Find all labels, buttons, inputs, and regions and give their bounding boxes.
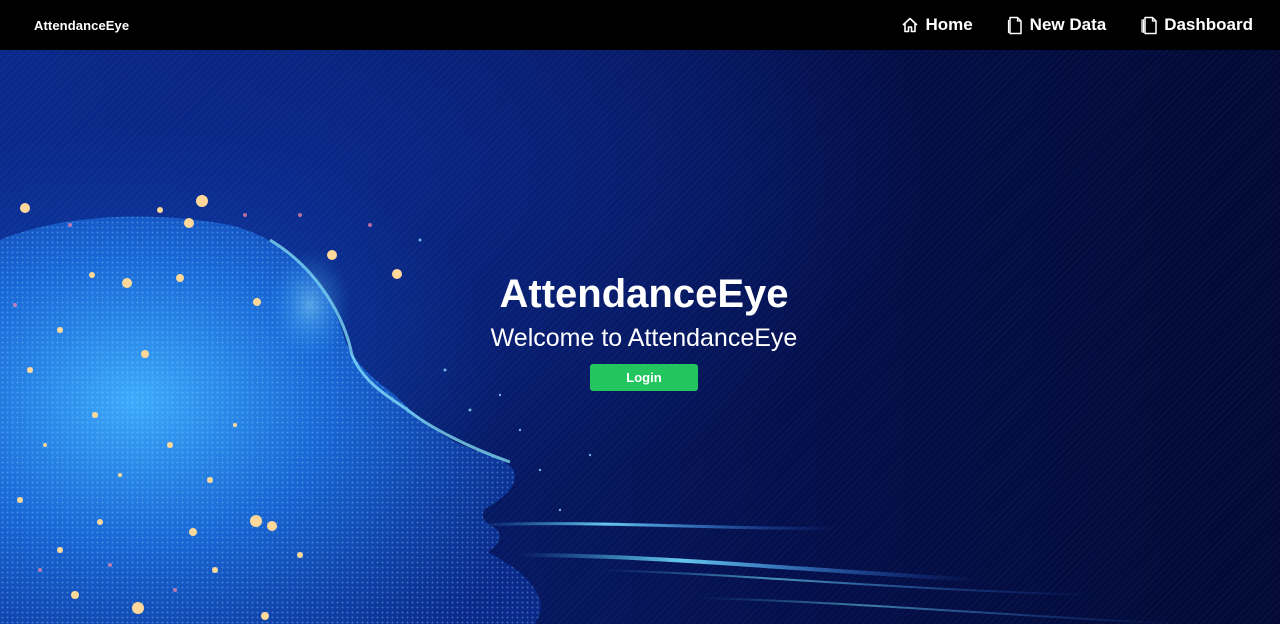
nav-dashboard-label: Dashboard xyxy=(1164,15,1253,34)
top-navbar: AttendanceEye Home New Data Dashboard xyxy=(0,0,1280,50)
home-icon xyxy=(901,16,919,34)
hero-title: AttendanceEye xyxy=(499,272,789,316)
hero-subtitle: Welcome to AttendanceEye xyxy=(490,324,798,352)
document-icon xyxy=(1007,16,1024,35)
hero-content: AttendanceEye Welcome to AttendanceEye L… xyxy=(0,268,1280,391)
nav-dashboard-link[interactable]: Dashboard xyxy=(1140,15,1253,35)
nav-new-data-link[interactable]: New Data xyxy=(1007,15,1107,35)
nav-new-data-label: New Data xyxy=(1029,15,1107,34)
hero-section: AttendanceEye Welcome to AttendanceEye L… xyxy=(0,50,1280,624)
nav-home-label: Home xyxy=(925,15,973,34)
brand-logo-text[interactable]: AttendanceEye xyxy=(34,18,129,33)
login-button[interactable]: Login xyxy=(590,364,698,391)
nav-links: Home New Data Dashboard xyxy=(901,15,1253,35)
documents-icon xyxy=(1140,16,1158,35)
nav-home-link[interactable]: Home xyxy=(901,15,973,35)
